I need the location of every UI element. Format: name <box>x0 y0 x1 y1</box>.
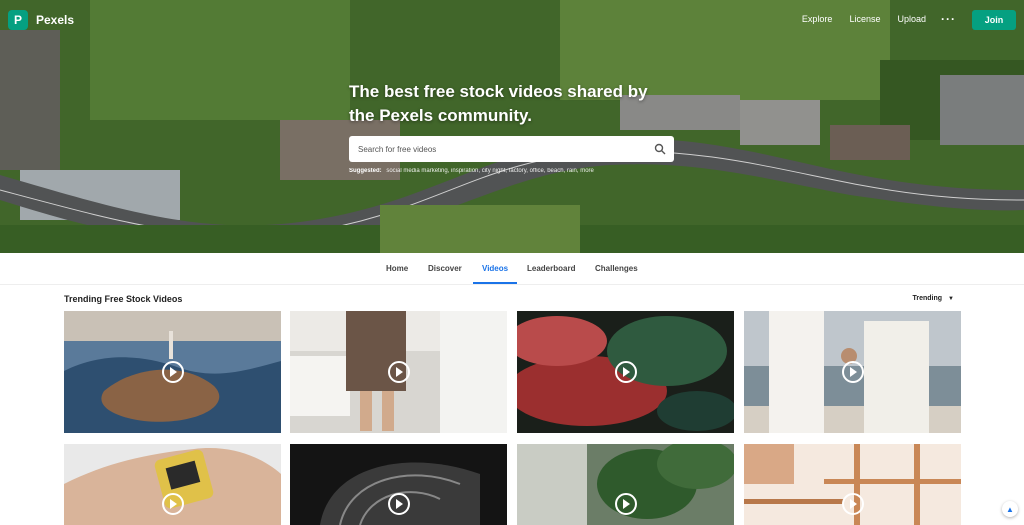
video-tile[interactable] <box>517 311 734 433</box>
video-tile[interactable] <box>744 444 961 525</box>
tab-videos[interactable]: Videos <box>482 264 508 273</box>
nav-links: Explore License Upload <box>802 14 926 24</box>
join-button[interactable]: Join <box>972 10 1016 30</box>
play-icon[interactable] <box>614 361 637 383</box>
play-icon[interactable] <box>161 361 184 383</box>
play-icon[interactable] <box>841 493 864 515</box>
video-tile[interactable] <box>64 444 281 525</box>
pexels-logo[interactable]: P Pexels <box>8 10 74 30</box>
tab-home[interactable]: Home <box>386 264 408 273</box>
scroll-to-top-icon[interactable]: ▲ <box>1002 501 1018 517</box>
play-icon[interactable] <box>841 361 864 383</box>
nav-license-link[interactable]: License <box>849 14 880 24</box>
play-icon[interactable] <box>387 493 410 515</box>
hero-banner: P Pexels Explore License Upload ··· Join… <box>0 0 1024 253</box>
suggested-label: Suggested: <box>349 168 382 174</box>
active-tab-indicator <box>473 282 517 284</box>
search-input[interactable] <box>349 144 639 154</box>
category-tabs: Home Discover Videos Leaderboard Challen… <box>0 253 1024 285</box>
page: P Pexels Explore License Upload ··· Join… <box>0 0 1024 525</box>
more-dots-icon[interactable]: ··· <box>941 12 956 26</box>
section-title: Trending Free Stock Videos <box>64 294 183 304</box>
video-tile[interactable] <box>744 311 961 433</box>
video-tile[interactable] <box>517 444 734 525</box>
sort-dropdown[interactable]: Trending ▼ <box>912 295 954 302</box>
pexels-logo-icon: P <box>8 10 28 30</box>
suggested-searches: Suggested: social media marketing, inspi… <box>349 168 679 174</box>
video-tile[interactable] <box>64 311 281 433</box>
sort-label: Trending <box>912 295 943 302</box>
tab-challenges[interactable]: Challenges <box>595 264 638 273</box>
caret-down-icon: ▼ <box>948 295 954 302</box>
search-icon[interactable] <box>654 143 666 155</box>
play-icon[interactable] <box>161 493 184 515</box>
top-navigation: P Pexels Explore License Upload ··· Join <box>0 0 1024 40</box>
brand-name: Pexels <box>36 13 75 27</box>
video-tile[interactable] <box>290 311 507 433</box>
play-icon[interactable] <box>614 493 637 515</box>
suggested-items[interactable]: social media marketing, inspiration, cit… <box>386 168 594 174</box>
hero-headline: The best free stock videos shared by the… <box>349 82 648 125</box>
nav-explore-link[interactable]: Explore <box>802 14 833 24</box>
nav-upload-link[interactable]: Upload <box>897 14 926 24</box>
search-bar <box>349 136 674 162</box>
tab-discover[interactable]: Discover <box>428 264 462 273</box>
play-icon[interactable] <box>387 361 410 383</box>
video-tile[interactable] <box>290 444 507 525</box>
tab-leaderboard[interactable]: Leaderboard <box>527 264 575 273</box>
